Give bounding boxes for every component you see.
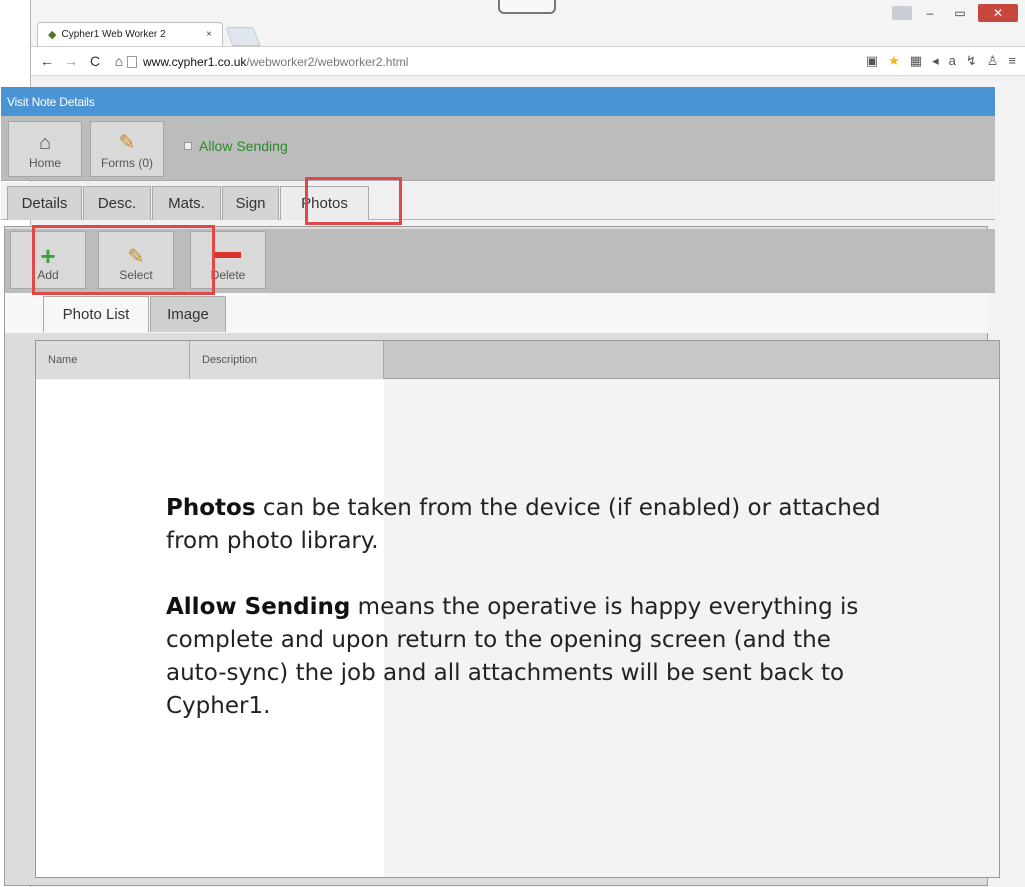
forward-arrow-icon[interactable]: →: [63, 53, 79, 69]
tab-title: Cypher1 Web Worker 2: [61, 29, 166, 40]
address-bar-row: ← → C ⌂ www.cypher1.co.uk/webworker2/web…: [31, 46, 1025, 76]
column-header-name[interactable]: Name: [36, 341, 190, 379]
extension-icons: ▣ ★ ▦ ◂ a ↯ ♙ ≡: [866, 53, 1016, 69]
menu-icon[interactable]: ≡: [1008, 53, 1016, 69]
calendar-extension-icon[interactable]: ▦: [910, 53, 922, 69]
tab-sign[interactable]: Sign: [222, 186, 279, 220]
pencil-icon: ✎: [118, 132, 136, 154]
app-header: Visit Note Details: [1, 87, 995, 116]
allow-sending-toggle[interactable]: Allow Sending: [184, 138, 288, 154]
delete-photo-button[interactable]: Delete: [190, 231, 266, 289]
home-icon[interactable]: ⌂: [111, 53, 127, 69]
annotation-allow-sending-bold: Allow Sending: [166, 594, 351, 620]
pencil-icon: ✎: [127, 246, 145, 268]
tab-desc[interactable]: Desc.: [83, 186, 151, 220]
annotation-photos-text: can be taken from the device (if enabled…: [166, 495, 881, 554]
pocket-extension-icon[interactable]: ◂: [932, 53, 939, 69]
forms-button-label: Forms (0): [101, 156, 153, 170]
column-header-description[interactable]: Description: [190, 341, 384, 379]
house-icon: ⌂: [38, 132, 52, 154]
minimize-button[interactable]: –: [918, 4, 942, 22]
allow-sending-checkbox[interactable]: [184, 142, 192, 150]
tools-extension-icon[interactable]: ↯: [966, 53, 977, 69]
close-window-button[interactable]: ✕: [978, 4, 1018, 22]
window-controls: – ▭ ✕: [892, 4, 1018, 22]
browser-titlebar: ◆ Cypher1 Web Worker 2 × – ▭ ✕: [31, 0, 1025, 46]
delete-button-label: Delete: [210, 268, 246, 282]
favicon-icon: ◆: [48, 29, 57, 41]
reload-icon[interactable]: C: [87, 53, 103, 69]
add-button-label: Add: [37, 268, 59, 282]
section-tabs: Details Desc. Mats. Sign Photos: [1, 182, 995, 220]
tab-details[interactable]: Details: [7, 186, 82, 220]
person-extension-icon[interactable]: ♙: [987, 53, 999, 69]
maximize-button[interactable]: ▭: [948, 4, 972, 22]
bookmark-star-icon[interactable]: ★: [888, 53, 900, 69]
annotation-photos-bold: Photos: [166, 495, 256, 521]
tab-photos[interactable]: Photos: [280, 186, 369, 220]
minus-icon: [215, 252, 241, 258]
tab-mats[interactable]: Mats.: [152, 186, 221, 220]
image-extension-icon[interactable]: ▣: [866, 53, 878, 69]
new-tab-button[interactable]: [225, 27, 261, 46]
browser-tab[interactable]: ◆ Cypher1 Web Worker 2 ×: [37, 22, 223, 46]
annotation-text: Photos can be taken from the device (if …: [166, 492, 886, 756]
grid-header: Name Description: [36, 341, 999, 379]
photo-subtabs: Photo List Image: [5, 293, 988, 333]
url-host: www.cypher1.co.uk: [143, 54, 247, 69]
annotation-allow-sending: Allow Sending means the operative is hap…: [166, 591, 886, 723]
plus-icon: +: [40, 241, 56, 271]
forms-button[interactable]: ✎ Forms (0): [90, 121, 164, 177]
annotation-photos: Photos can be taken from the device (if …: [166, 492, 886, 558]
tab-close-icon[interactable]: ×: [206, 29, 212, 40]
photos-toolbar: + Add ✎ Select Delete: [5, 229, 995, 293]
back-arrow-icon[interactable]: ←: [39, 53, 55, 69]
url-input[interactable]: www.cypher1.co.uk/webworker2/webworker2.…: [127, 51, 977, 72]
url-path: /webworker2/webworker2.html: [246, 54, 409, 69]
profile-icon[interactable]: [892, 6, 912, 20]
main-toolbar: ⌂ Home ✎ Forms (0) Allow Sending: [1, 116, 995, 181]
home-button-label: Home: [28, 156, 61, 170]
amazon-extension-icon[interactable]: a: [949, 53, 956, 69]
window-handle[interactable]: [498, 0, 556, 14]
home-button[interactable]: ⌂ Home: [8, 121, 82, 177]
add-photo-button[interactable]: + Add: [10, 231, 86, 289]
select-photo-button[interactable]: ✎ Select: [98, 231, 174, 289]
allow-sending-label: Allow Sending: [199, 138, 288, 154]
page-icon: [127, 55, 137, 68]
select-button-label: Select: [119, 268, 153, 282]
tab-image[interactable]: Image: [150, 296, 226, 332]
tab-photo-list[interactable]: Photo List: [43, 296, 149, 332]
